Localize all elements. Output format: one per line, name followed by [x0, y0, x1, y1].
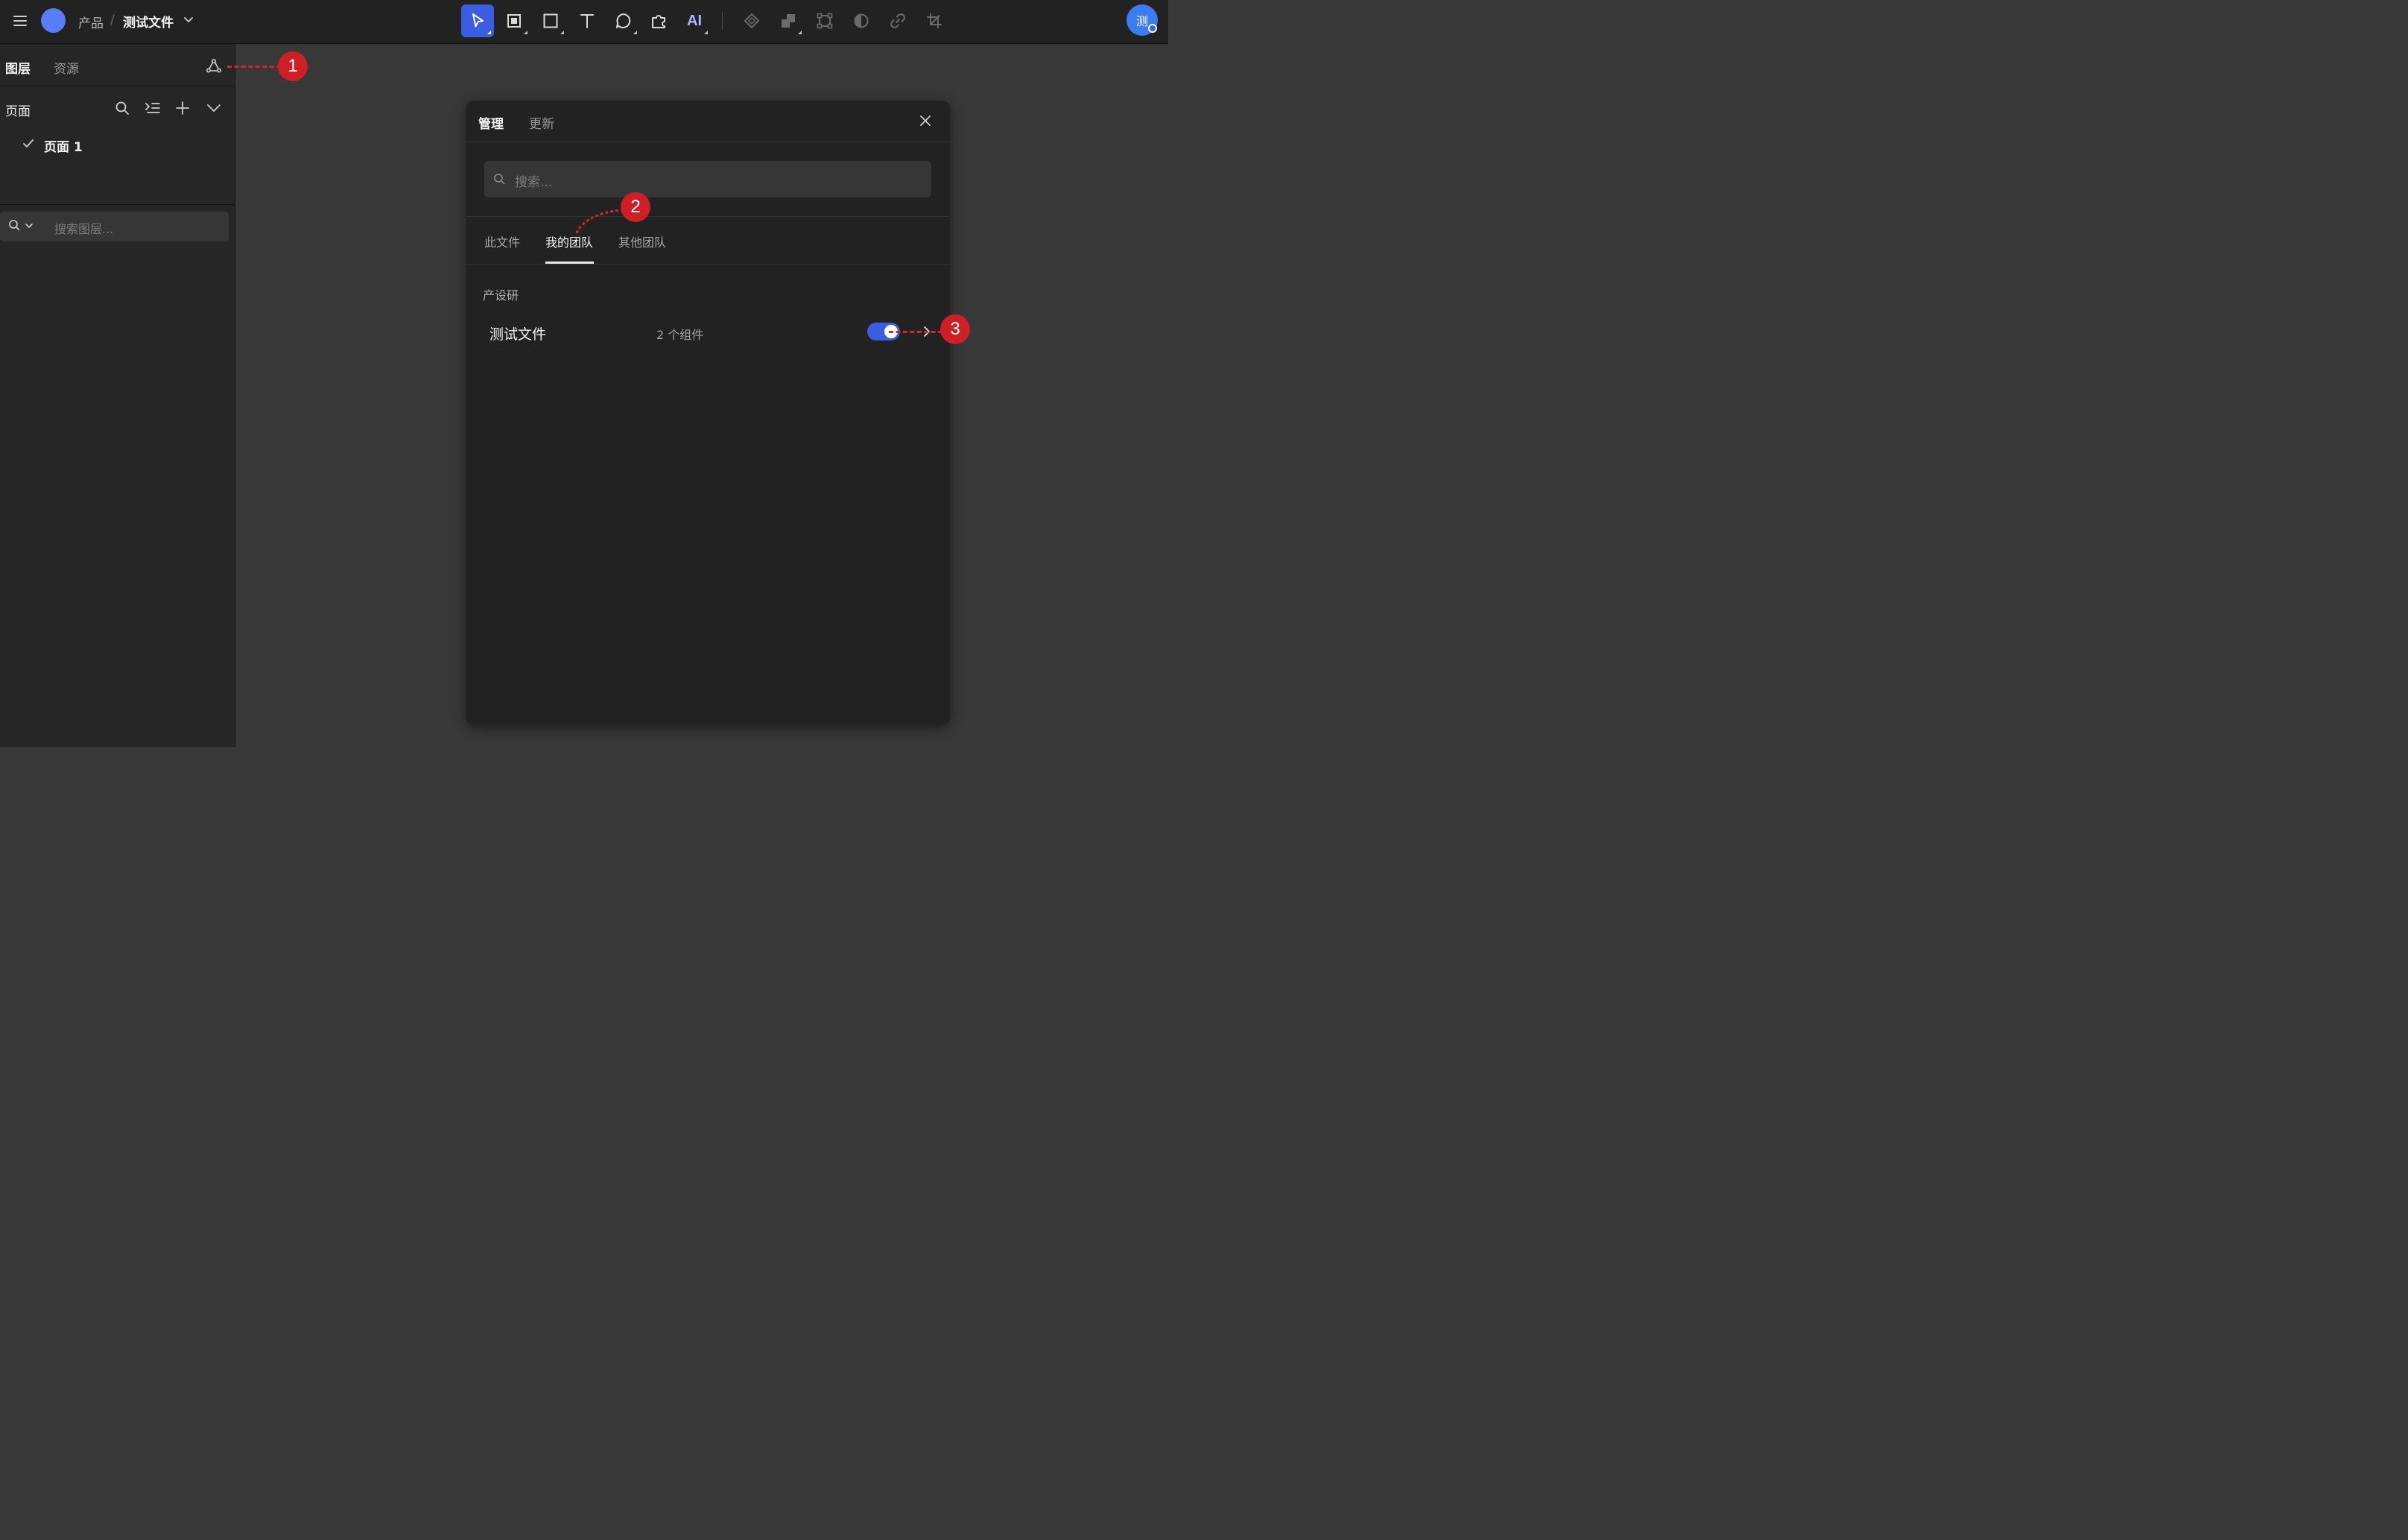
annotation-badge-2: 2 — [621, 192, 650, 222]
link-icon — [890, 13, 905, 28]
library-search-input[interactable]: 搜索... — [515, 171, 552, 190]
rectangle-icon — [543, 13, 558, 28]
annotation-connector — [227, 66, 281, 68]
transform-tool-button[interactable] — [808, 4, 841, 37]
team-group-name: 产设研 — [483, 288, 519, 302]
crop-tool-button[interactable] — [918, 4, 951, 37]
team-avatar-icon[interactable] — [41, 8, 66, 33]
link-tool-button[interactable] — [881, 4, 914, 37]
ai-tool-button[interactable]: AI — [678, 4, 711, 37]
divider — [466, 216, 950, 217]
left-sidebar: 图层 资源 页面 页面 1 搜索图层... — [0, 44, 235, 747]
sort-list-icon[interactable] — [145, 100, 161, 116]
search-icon[interactable] — [114, 100, 130, 116]
plugin-tool-button[interactable] — [642, 4, 675, 37]
breadcrumb-product[interactable]: 产品 — [78, 13, 104, 31]
rectangle-tool-button[interactable] — [534, 4, 567, 37]
breadcrumb-file-name[interactable]: 测试文件 — [123, 12, 174, 31]
layer-search-input[interactable]: 搜索图层... — [54, 219, 113, 237]
comment-tool-button[interactable] — [607, 4, 640, 37]
toolbar-divider — [722, 12, 723, 30]
chevron-down-icon[interactable] — [182, 13, 195, 27]
check-icon — [22, 138, 34, 150]
library-component-count: 2 个组件 — [656, 328, 704, 342]
annotation-connector — [889, 331, 942, 333]
puzzle-icon — [652, 15, 665, 28]
comment-icon — [616, 13, 631, 28]
close-icon[interactable] — [918, 113, 933, 128]
tab-manage[interactable]: 管理 — [478, 113, 504, 132]
transform-icon — [817, 13, 833, 29]
library-search-field[interactable]: 搜索... — [484, 161, 931, 197]
top-toolbar: 产品 / 测试文件 AI 测 — [0, 0, 1168, 44]
boolean-tool-button[interactable] — [772, 4, 805, 37]
text-tool-button[interactable] — [571, 4, 603, 37]
hamburger-menu-icon[interactable] — [10, 11, 30, 31]
frame-tool-button[interactable] — [498, 4, 530, 37]
team-library-icon[interactable] — [206, 58, 222, 75]
tab-layers[interactable]: 图层 — [5, 58, 31, 77]
cursor-icon — [472, 13, 484, 28]
chevron-down-icon[interactable] — [24, 221, 34, 231]
ai-label: AI — [687, 12, 702, 29]
tab-update[interactable]: 更新 — [529, 113, 554, 132]
page-item-1[interactable]: 页面 1 — [44, 136, 83, 155]
frame-icon — [507, 14, 521, 28]
component-icon — [744, 13, 759, 28]
move-tool-button[interactable] — [461, 4, 494, 37]
library-dialog: 管理 更新 搜索... 此文件 我的团队 其他团队 产设研 测试文件 2 个组件 — [466, 101, 950, 725]
online-status-icon — [1148, 24, 1157, 33]
text-icon — [580, 14, 594, 28]
mask-tool-button[interactable] — [845, 4, 878, 37]
tab-assets[interactable]: 资源 — [54, 58, 79, 77]
annotation-badge-3: 3 — [940, 314, 970, 344]
divider — [0, 204, 235, 205]
search-icon[interactable] — [7, 218, 21, 232]
library-name[interactable]: 测试文件 — [489, 323, 546, 343]
layer-search-field[interactable]: 搜索图层... — [0, 212, 229, 241]
search-icon — [492, 172, 506, 186]
plus-icon[interactable] — [174, 100, 191, 116]
tab-this-file[interactable]: 此文件 — [484, 232, 520, 250]
component-tool-button[interactable] — [735, 4, 768, 37]
annotation-badge-1: 1 — [278, 51, 308, 81]
chevron-down-icon[interactable] — [206, 100, 222, 116]
mask-icon — [854, 13, 869, 28]
crop-icon — [927, 13, 942, 28]
pages-section-title: 页面 — [5, 104, 31, 119]
boolean-icon — [782, 14, 795, 28]
breadcrumb-separator: / — [110, 13, 115, 28]
